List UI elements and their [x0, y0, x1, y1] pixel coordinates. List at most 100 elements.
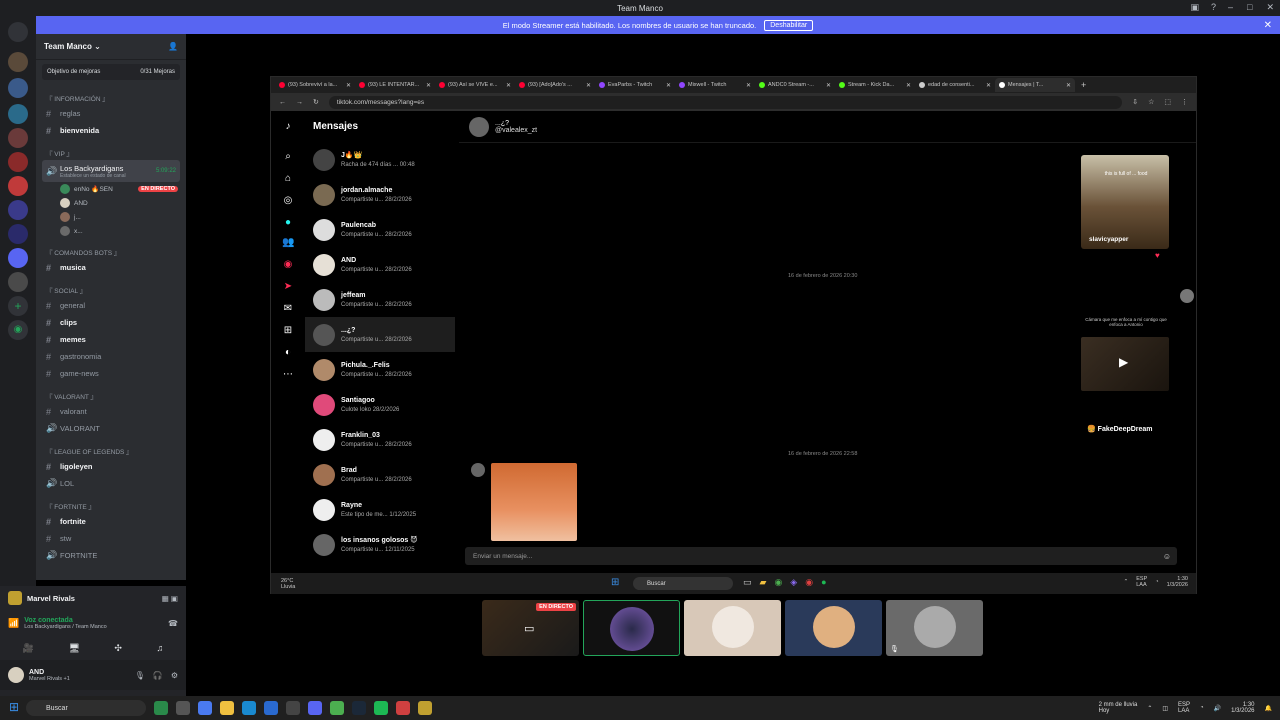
voice-user[interactable]: x...: [36, 224, 186, 238]
taskview-icon[interactable]: ▭: [743, 577, 752, 588]
conversation-item[interactable]: Brad Compartiste u... 28/2/2026: [305, 457, 455, 492]
disconnect-icon[interactable]: ☎: [168, 619, 178, 628]
live-icon[interactable]: ●: [282, 217, 294, 229]
bookmark-star-icon[interactable]: ☆: [1148, 98, 1154, 106]
menu-dots-icon[interactable]: ⋮: [1181, 98, 1188, 106]
search-input[interactable]: Buscar: [633, 577, 733, 590]
participant-tile[interactable]: [684, 600, 781, 656]
camera-icon[interactable]: 🎥: [23, 643, 34, 654]
voice-channel-lol[interactable]: 🔊 LOL: [36, 475, 186, 492]
channel-memes[interactable]: # memes: [36, 331, 186, 348]
conversation-item[interactable]: J🔥👑 Racha de 474 días ... 00:48: [305, 142, 455, 177]
volume-icon[interactable]: 🔊: [1214, 705, 1221, 712]
profile-icon[interactable]: ◐: [282, 347, 294, 359]
server-icon[interactable]: [8, 272, 28, 292]
notifications-icon[interactable]: 🔔: [1265, 705, 1272, 712]
user-row[interactable]: AND Marvel Rivals +1 🎙 🎧 ⚙: [0, 660, 186, 690]
boost-goal[interactable]: Objetivo de mejoras 0/31 Mejoras: [42, 64, 180, 80]
app-icon[interactable]: ◈: [790, 577, 797, 588]
upload-icon[interactable]: ⊞: [282, 325, 294, 337]
server-icon[interactable]: [8, 128, 28, 148]
avatar[interactable]: [469, 116, 489, 137]
disable-streamer-button[interactable]: Deshabilitar: [764, 19, 814, 31]
server-icon[interactable]: [8, 248, 28, 268]
category-social[interactable]: 『 SOCIAL 』: [36, 276, 186, 297]
wifi-icon[interactable]: ◔: [1200, 705, 1204, 711]
add-server-icon[interactable]: +: [8, 296, 28, 316]
message-input[interactable]: Enviar un mensaje... ☺: [465, 547, 1177, 565]
avatar[interactable]: [8, 667, 24, 683]
app-tray-icon[interactable]: ◫: [1162, 705, 1168, 712]
stream-tile[interactable]: EN DIRECTO ▭: [482, 600, 579, 656]
heart-icon[interactable]: ♥: [1155, 251, 1160, 260]
shared-image[interactable]: [491, 463, 577, 541]
voice-channel-fortnite[interactable]: 🔊 FORTNITE: [36, 547, 186, 564]
conversation-item[interactable]: Paulencab Compartiste u... 28/2/2026: [305, 212, 455, 247]
close-tab-icon[interactable]: ✕: [506, 82, 511, 89]
shared-video-card[interactable]: this is full of ... food slavicyapper: [1081, 155, 1169, 249]
maximize-icon[interactable]: □: [1247, 2, 1252, 13]
voice-user[interactable]: enNo 🔥SEN EN DIRECTO: [36, 182, 186, 196]
participant-tile[interactable]: [785, 600, 882, 656]
send-icon[interactable]: ➤: [282, 281, 294, 293]
shared-video-card[interactable]: ▶: [1081, 337, 1169, 391]
app-icon[interactable]: ◉: [805, 577, 813, 588]
app-icon[interactable]: [198, 701, 212, 715]
voice-channel-valorant[interactable]: 🔊 VALORANT: [36, 420, 186, 437]
channel-gastronomia[interactable]: # gastronomia: [36, 348, 186, 365]
server-icon[interactable]: [8, 104, 28, 124]
conversation-item[interactable]: Franklin_03 Compartiste u... 28/2/2026: [305, 422, 455, 457]
activities-icon[interactable]: ✣: [114, 643, 122, 654]
conversation-item[interactable]: Santiagoo Culote loko 28/2/2026: [305, 387, 455, 422]
close-tab-icon[interactable]: ✕: [346, 82, 351, 89]
forward-icon[interactable]: →: [296, 99, 303, 106]
channel-bienvenida[interactable]: # bienvenida: [36, 122, 186, 139]
live-tv-icon[interactable]: ◉: [282, 259, 294, 271]
conversation-item[interactable]: jeffeam Compartiste u... 28/2/2026: [305, 282, 455, 317]
conversation-item[interactable]: los insanos golosos 😈 Compartiste u... 12…: [305, 527, 455, 562]
more-icon[interactable]: ⋯: [282, 369, 294, 381]
extensions-icon[interactable]: ⬚: [1164, 98, 1171, 106]
soundboard-icon[interactable]: ♫: [156, 643, 163, 653]
category-valorant[interactable]: 『 VALORANT 』: [36, 382, 186, 403]
inbox-icon[interactable]: ▣: [1190, 2, 1199, 13]
channel-game-news[interactable]: # game-news: [36, 365, 186, 382]
close-tab-icon[interactable]: ✕: [1066, 82, 1071, 89]
help-icon[interactable]: ?: [1211, 2, 1216, 13]
close-tab-icon[interactable]: ✕: [666, 82, 671, 89]
channel-musica[interactable]: # musica: [36, 259, 186, 276]
close-tab-icon[interactable]: ✕: [826, 82, 831, 89]
clock[interactable]: 1:30 1/3/2026: [1167, 576, 1188, 588]
discover-icon[interactable]: ◉: [8, 320, 28, 340]
category-vip[interactable]: 『 VIP 』: [36, 139, 186, 160]
close-tab-icon[interactable]: ✕: [586, 82, 591, 89]
discord-home-icon[interactable]: [8, 22, 28, 42]
app-icon[interactable]: [396, 701, 410, 715]
close-tab-icon[interactable]: ✕: [906, 82, 911, 89]
app-icon[interactable]: [264, 701, 278, 715]
server-icon[interactable]: [8, 224, 28, 244]
game-icon[interactable]: [418, 701, 432, 715]
channel-ligoleyen[interactable]: # ligoleyen: [36, 458, 186, 475]
screenshare-icon[interactable]: 🖥: [68, 643, 79, 654]
close-tab-icon[interactable]: ✕: [426, 82, 431, 89]
home-icon[interactable]: ⌂: [282, 173, 294, 185]
browser-tab[interactable]: (93) LE INTENTAR... ✕: [355, 78, 435, 92]
microphone-icon[interactable]: 🎙: [135, 671, 145, 680]
category-bots[interactable]: 『 COMANDOS BOTS 』: [36, 238, 186, 259]
server-icon[interactable]: [8, 52, 28, 72]
minimize-icon[interactable]: –: [1228, 2, 1233, 13]
server-header[interactable]: Team Manco ⌄ 👤: [36, 34, 186, 60]
channel-general[interactable]: # general: [36, 297, 186, 314]
app-icon[interactable]: [286, 701, 300, 715]
explore-icon[interactable]: ◎: [282, 195, 294, 207]
wifi-icon[interactable]: ◔: [1155, 579, 1158, 585]
avatar[interactable]: [1180, 289, 1194, 303]
language-indicator[interactable]: ESP LAA: [1178, 702, 1190, 714]
chrome-icon[interactable]: [330, 701, 344, 715]
browser-tab[interactable]: (93) Sobreviví a la... ✕: [275, 78, 355, 92]
voice-user[interactable]: AND: [36, 196, 186, 210]
channel-valorant[interactable]: # valorant: [36, 403, 186, 420]
chat-header[interactable]: ...¿? @valealex_zt: [459, 111, 1196, 143]
participant-tile[interactable]: 🎙: [886, 600, 983, 656]
